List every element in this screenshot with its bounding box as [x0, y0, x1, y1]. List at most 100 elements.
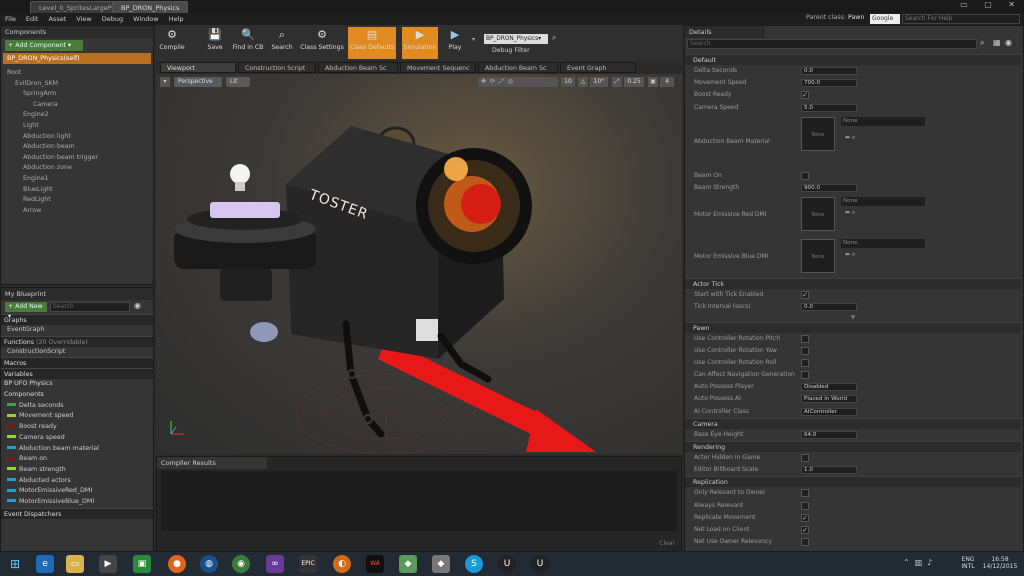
macros-section[interactable]: Macros [1, 357, 153, 369]
property-checkbox[interactable] [801, 346, 809, 355]
property-checkbox[interactable]: ✓ [801, 91, 809, 100]
tab-blueprint[interactable]: BP_DRON_Physics [112, 1, 189, 13]
add-component-button[interactable]: + Add Component ▾ [5, 40, 83, 51]
eventgraph-item[interactable]: EventGraph [1, 325, 153, 336]
play-button[interactable]: ▶ Play [442, 27, 468, 59]
menu-view[interactable]: View [71, 13, 96, 25]
material-thumbnail[interactable]: None [801, 116, 835, 151]
property-value[interactable]: AIController [801, 407, 857, 416]
play-options-chevron-icon[interactable]: ▾ [472, 36, 475, 43]
property-value[interactable]: 0.0 [801, 67, 857, 75]
epic-launcher-icon[interactable]: EPIC [299, 555, 317, 573]
menu-asset[interactable]: Asset [43, 13, 71, 25]
section-replication[interactable]: Replication [685, 476, 1021, 488]
tab-event-graph[interactable]: Event Graph [560, 62, 636, 73]
rotation-snap-icon[interactable]: ◬ [578, 77, 588, 87]
tree-item[interactable]: Engine1 [1, 174, 153, 185]
eye-icon[interactable]: ◉ [1005, 38, 1012, 47]
property-value[interactable]: Placed in World [801, 395, 857, 404]
variable-item[interactable]: Movement speed [1, 411, 153, 422]
blender-icon[interactable]: ◐ [333, 555, 351, 573]
details-search-icon[interactable]: ⌕ [980, 38, 984, 48]
add-new-button[interactable]: + Add New ▾ [5, 302, 47, 320]
app-icon-green[interactable]: ◆ [399, 555, 417, 573]
media-player-icon[interactable]: ▶ [99, 555, 117, 573]
functions-section[interactable]: Functions (20 Overridable) [1, 335, 153, 347]
tab-abduction-beam-2[interactable]: Abduction Beam Sc [478, 62, 558, 73]
menu-edit[interactable]: Edit [21, 13, 44, 25]
component-self[interactable]: BP_DRON_Physics(self) [3, 53, 151, 64]
viewport-options-chevron-icon[interactable]: ▾ [160, 77, 170, 87]
tree-item[interactable]: Arrow [1, 206, 153, 217]
menu-debug[interactable]: Debug [97, 13, 128, 25]
expand-advanced-icon[interactable]: ▼ [685, 314, 1021, 322]
store-icon[interactable]: ▣ [133, 555, 151, 573]
viewport[interactable]: TOSTER ▾ Perspective Lit ✥⟳⤢◎ 10 ◬ 10° ⤢… [156, 74, 682, 454]
beam-strength-input[interactable]: 900.0 [801, 183, 857, 192]
scale-snap-icon[interactable]: ⤢ [612, 77, 622, 87]
property-value[interactable]: Disabled [801, 383, 857, 392]
property-checkbox[interactable]: ✓ [801, 525, 809, 534]
tab-construction-script[interactable]: Construction Script [238, 62, 316, 73]
tree-item[interactable]: Abduction light [1, 132, 153, 143]
blueprint-search-input[interactable]: Search [50, 302, 130, 312]
compiler-results-tab[interactable]: Compiler Results [157, 457, 267, 469]
material-select[interactable]: None [841, 116, 925, 126]
tree-item[interactable]: Root [1, 68, 153, 79]
details-search-input[interactable]: Search [687, 39, 977, 49]
variable-item[interactable]: MotorEmissiveBlue_DMI [1, 497, 153, 508]
property-checkbox[interactable] [801, 371, 809, 380]
find-in-cb-button[interactable]: 🔍 Find in CB [230, 27, 266, 59]
beam-on-checkbox[interactable] [801, 171, 809, 180]
tree-item[interactable]: Light [1, 121, 153, 132]
tab-abduction-beam-1[interactable]: Abduction Beam Sc [318, 62, 398, 73]
skype-icon[interactable]: S [465, 555, 483, 573]
help-search-input[interactable]: Search For Help [902, 14, 1020, 24]
grid-view-icon[interactable]: ▦ [993, 38, 1001, 47]
motor-blue-thumbnail[interactable]: None [801, 239, 835, 274]
variables-section[interactable]: Variables [1, 368, 153, 380]
variable-item[interactable]: Abduction beam material [1, 444, 153, 455]
class-defaults-button[interactable]: ▤ Class Defaults [348, 27, 396, 59]
motor-blue-arrow-icon[interactable]: ⬅ ⌕ [845, 234, 855, 276]
search-engine-select[interactable]: Google [870, 14, 900, 24]
scale-snap-value[interactable]: 0.25 [624, 77, 644, 87]
tree-item[interactable]: Abduction beam trigger [1, 153, 153, 164]
property-checkbox[interactable] [801, 358, 809, 367]
unreal-icon-2[interactable]: U [531, 555, 549, 573]
variable-item[interactable]: Camera speed [1, 433, 153, 444]
menu-file[interactable]: File [0, 13, 21, 25]
property-checkbox[interactable] [801, 489, 809, 498]
section-rendering[interactable]: Rendering [685, 441, 1021, 452]
variable-item[interactable]: Delta seconds [1, 401, 153, 412]
lit-button[interactable]: Lit [226, 77, 250, 87]
tree-item[interactable]: Abduction beam [1, 142, 153, 153]
motor-red-arrow-icon[interactable]: ⬅ ⌕ [845, 192, 855, 234]
app-icon-grey[interactable]: ◆ [432, 555, 450, 573]
tray-icons[interactable]: ⌃▥♪ [903, 558, 937, 567]
ie-icon[interactable]: e [36, 555, 54, 573]
debug-search-icon[interactable]: ⌕ [552, 33, 556, 43]
debug-object-select[interactable]: BP_DRON_Physics▾ [484, 34, 548, 44]
motor-red-thumbnail[interactable]: None [801, 197, 835, 232]
use-asset-arrow-icon[interactable]: ⬅ ⌕ [845, 128, 855, 148]
section-actor-tick[interactable]: Actor Tick [685, 278, 1021, 290]
unreal-icon[interactable]: U [498, 555, 516, 573]
menu-window[interactable]: Window [128, 13, 164, 25]
property-value[interactable]: 1.0 [801, 466, 857, 475]
compile-button[interactable]: ⚙ Compile [158, 27, 186, 59]
camera-speed-value[interactable]: 4 [660, 77, 674, 87]
property-checkbox[interactable] [801, 538, 809, 547]
clock[interactable]: 16:58 14/12/2015 [980, 556, 1020, 570]
menu-help[interactable]: Help [164, 13, 189, 25]
tab-viewport[interactable]: Viewport [160, 62, 236, 73]
window-controls[interactable]: ▭ ▢ ✕ [960, 0, 1022, 9]
property-value[interactable]: 64.0 [801, 430, 857, 439]
property-value[interactable]: 5.0 [801, 103, 857, 112]
simulation-button[interactable]: ▶ Simulation [402, 27, 438, 59]
eye-icon[interactable]: ◉ [134, 301, 141, 310]
variable-item[interactable]: Beam on [1, 454, 153, 465]
variable-item[interactable]: Boost ready [1, 422, 153, 433]
graphs-section[interactable]: Graphs [1, 314, 153, 325]
section-pawn[interactable]: Pawn [685, 321, 1021, 333]
